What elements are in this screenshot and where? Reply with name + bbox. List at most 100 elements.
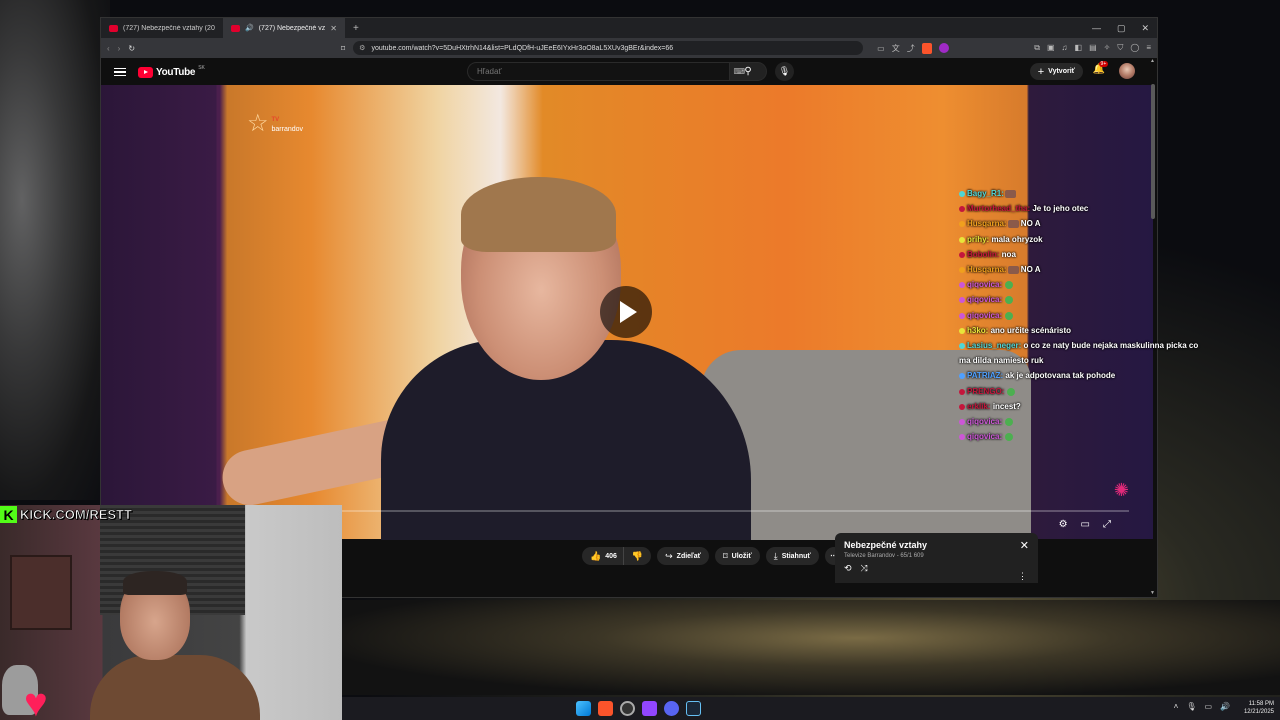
- chat-username: Lasius_neger:: [967, 341, 1022, 351]
- share-button[interactable]: ↪ Zdieľať: [657, 547, 710, 565]
- video-progress-bar[interactable]: [321, 510, 1129, 512]
- search-icon: ⚲: [744, 66, 752, 77]
- playlist-title[interactable]: Nebezpečné vztahy: [844, 540, 1029, 550]
- vpn-icon[interactable]: ⛉: [1117, 43, 1123, 53]
- brave-browser-icon[interactable]: [598, 701, 613, 716]
- back-icon[interactable]: ‹: [107, 44, 110, 53]
- twitch-icon[interactable]: [642, 701, 657, 716]
- chat-message: Lasius_neger: o co ze naty bude nejaka m…: [959, 338, 1209, 368]
- close-window-icon[interactable]: ✕: [1141, 23, 1149, 34]
- chat-username: h3ko:: [967, 325, 989, 335]
- download-icon: ⤓: [773, 550, 778, 561]
- chat-username: prihy:: [967, 234, 990, 244]
- kick-logo-icon: K: [0, 506, 17, 523]
- microphone-icon[interactable]: 🎙: [1186, 702, 1196, 711]
- chat-text: ak je adpotovana tak pohode: [1005, 371, 1116, 381]
- chat-message: qiqovica:: [959, 308, 1209, 323]
- speaker-icon[interactable]: 🔊: [245, 24, 254, 32]
- settings-gear-icon[interactable]: ⚙: [1059, 519, 1068, 530]
- chat-username: qiqovica:: [967, 295, 1003, 305]
- microphone-icon: 🎙: [778, 66, 791, 76]
- playlist-meta: Televize Barrandov - 65/1 609: [844, 553, 924, 559]
- chat-text: NO A: [1020, 219, 1041, 229]
- discord-icon[interactable]: [664, 701, 679, 716]
- keyboard-icon[interactable]: ⌨: [733, 67, 745, 76]
- chat-message: qiqovica:: [959, 429, 1209, 444]
- volume-icon[interactable]: 🔊: [1220, 702, 1230, 711]
- scroll-down-icon[interactable]: ▼: [1150, 590, 1155, 596]
- minimize-icon[interactable]: —: [1092, 23, 1101, 33]
- steam-icon[interactable]: [686, 701, 701, 716]
- chat-badge-icon: [959, 403, 965, 410]
- avatar[interactable]: [1119, 63, 1135, 79]
- share-icon[interactable]: ⤴: [907, 43, 915, 54]
- channel-watermark: ☆ TV barrandov: [247, 110, 304, 137]
- address-bar[interactable]: ⚙ youtube.com/watch?v=5DuHXtrhN14&list=P…: [353, 41, 864, 55]
- taskbar-clock[interactable]: 11:58 PM 12/21/2025: [1244, 700, 1274, 716]
- share-arrow-icon: ↪: [665, 550, 673, 561]
- brave-rewards-icon[interactable]: [938, 43, 949, 53]
- chat-text: ano určite scénáristo: [990, 325, 1072, 335]
- site-info-icon[interactable]: ⚙: [359, 44, 365, 52]
- voice-search-button[interactable]: 🎙: [775, 62, 794, 81]
- playlist-more-icon[interactable]: ⋮: [1018, 571, 1027, 582]
- search-input[interactable]: [467, 62, 729, 81]
- cast-icon[interactable]: ▭: [877, 44, 885, 53]
- chat-emote-icon: [1004, 189, 1016, 198]
- profile-icon[interactable]: ◯: [1130, 43, 1139, 53]
- tab-active[interactable]: 🔊 (727) Nebezpečné vztahy (20 ✕: [223, 18, 345, 38]
- chat-username: Bobolin:: [967, 249, 1000, 259]
- wallet-icon[interactable]: ▤: [1089, 43, 1097, 53]
- tab-inactive[interactable]: (727) Nebezpečné vztahy (2025/13): [101, 18, 223, 38]
- create-button[interactable]: + Vytvoriť: [1029, 63, 1083, 80]
- new-tab-button[interactable]: +: [345, 23, 367, 34]
- maximize-icon[interactable]: ▢: [1117, 23, 1126, 34]
- bookmark-icon[interactable]: ⌑: [341, 44, 345, 53]
- window-controls: — ▢ ✕: [1092, 18, 1149, 38]
- extension-icon[interactable]: ▣: [1047, 43, 1055, 53]
- fullscreen-icon[interactable]: ⤢: [1103, 519, 1111, 530]
- hamburger-menu-icon[interactable]: [114, 67, 126, 77]
- chat-message: h3ko: ano určite scénáristo: [959, 323, 1209, 338]
- theater-mode-icon[interactable]: ▭: [1081, 519, 1090, 530]
- chat-message: qiqovica:: [959, 292, 1209, 307]
- network-icon[interactable]: ▭: [1204, 702, 1212, 711]
- reload-icon[interactable]: ↻: [128, 44, 135, 53]
- dislike-button[interactable]: 👎: [623, 547, 652, 565]
- scroll-up-icon[interactable]: ▲: [1150, 58, 1155, 64]
- menu-icon[interactable]: ≡: [1146, 43, 1151, 53]
- chat-check-emote-icon: [1005, 296, 1014, 305]
- chat-username: qiqovica:: [967, 280, 1003, 290]
- stream-chat-overlay: Bagy_R1: Murtorhead_tha: Je to jeho otec H…: [959, 186, 1209, 444]
- chat-badge-icon: [959, 206, 965, 213]
- close-playlist-icon[interactable]: ✕: [1020, 539, 1029, 552]
- obs-icon[interactable]: [620, 701, 635, 716]
- download-button[interactable]: ⤓ Stiahnuť: [765, 547, 819, 565]
- extension-icon[interactable]: ⧉: [1034, 43, 1040, 53]
- youtube-logo[interactable]: YouTube SK: [138, 65, 205, 78]
- webcam-picture-frame: [10, 555, 72, 630]
- leo-icon[interactable]: ✧: [1104, 43, 1111, 53]
- play-button[interactable]: [600, 286, 652, 338]
- pinwheel-icon: ✺: [1113, 480, 1129, 500]
- chat-message: Husqarna: NO A: [959, 216, 1209, 231]
- close-tab-icon[interactable]: ✕: [330, 24, 337, 33]
- chat-check-emote-icon: [1005, 433, 1014, 442]
- heart-icon: ♥: [24, 681, 48, 720]
- forward-icon[interactable]: ›: [118, 44, 121, 53]
- chat-message: PATRIAZ: ak je adpotovana tak pohode: [959, 368, 1209, 383]
- notifications-button[interactable]: 🔔 9+: [1093, 61, 1109, 75]
- loop-icon[interactable]: ⟲: [844, 563, 852, 574]
- shuffle-icon[interactable]: ⤨: [861, 563, 868, 574]
- save-button[interactable]: ⌑ Uložiť: [715, 547, 760, 565]
- brave-shields-icon[interactable]: [921, 42, 932, 54]
- chat-text: noa: [1001, 249, 1016, 259]
- windows-start-icon[interactable]: [576, 701, 591, 716]
- chevron-up-icon[interactable]: ˄: [1174, 702, 1179, 711]
- youtube-header: YouTube SK ⌨ ⚲ 🎙 + Vytvoriť 🔔 9+: [101, 58, 1157, 86]
- like-button[interactable]: 👍 406: [582, 547, 624, 565]
- media-icon[interactable]: ♫: [1062, 43, 1068, 53]
- sidebar-icon[interactable]: ◧: [1075, 43, 1083, 53]
- translate-icon[interactable]: 文: [892, 43, 900, 54]
- chat-username: PATRIAZ:: [967, 371, 1004, 381]
